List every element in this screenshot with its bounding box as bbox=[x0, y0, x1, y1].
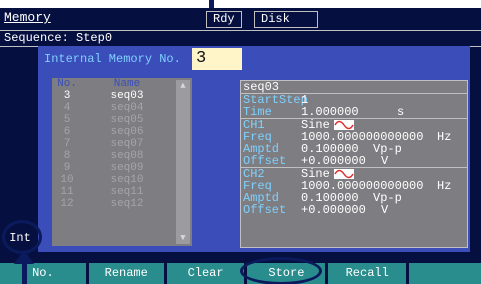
detail-name-line: seq03 bbox=[241, 81, 467, 93]
softkey-recall[interactable]: Recall bbox=[328, 263, 407, 284]
column-name: Name bbox=[113, 78, 141, 90]
row-name: seq09 bbox=[110, 162, 144, 174]
row-no: 12 bbox=[60, 198, 74, 210]
row-no: 8 bbox=[63, 150, 71, 162]
softkey-no[interactable]: No. bbox=[0, 263, 86, 284]
list-item[interactable]: 9 seq09 bbox=[52, 162, 192, 174]
list-scrollbar[interactable]: ▲ ▼ bbox=[176, 80, 190, 244]
status-disk: Disk bbox=[254, 11, 318, 28]
sequence-detail-panel: seq03 StartStep 1 Time 1.000000 s CH1 Sine F… bbox=[240, 80, 468, 248]
row-no: 3 bbox=[63, 90, 71, 102]
time-line: Time 1.000000 s bbox=[241, 106, 467, 118]
offset-unit: V bbox=[381, 154, 389, 168]
sequence-line: Sequence: Step0 bbox=[0, 30, 481, 47]
store-highlight-circle bbox=[240, 257, 322, 284]
bottom-annotation-arrow bbox=[22, 262, 27, 284]
list-item[interactable]: 7 seq07 bbox=[52, 138, 192, 150]
row-name: seq03 bbox=[110, 90, 144, 102]
list-item[interactable]: 11 seq11 bbox=[52, 186, 192, 198]
detail-name: seq03 bbox=[243, 80, 280, 94]
time-value: 1.000000 bbox=[301, 105, 359, 119]
memory-number-label: Internal Memory No. bbox=[44, 52, 181, 66]
freq-unit: Hz bbox=[437, 130, 452, 144]
memory-number-input[interactable]: 3 bbox=[192, 48, 242, 70]
time-key: Time bbox=[243, 105, 272, 119]
offset-key: Offset bbox=[243, 154, 287, 168]
bottom-annotation-arrowhead bbox=[14, 250, 34, 264]
status-rdy: Rdy bbox=[206, 11, 242, 28]
list-item[interactable]: 6 seq06 bbox=[52, 126, 192, 138]
softkey-empty[interactable] bbox=[409, 263, 481, 284]
row-no: 4 bbox=[63, 102, 71, 114]
row-name: seq05 bbox=[110, 114, 144, 126]
softkey-rename[interactable]: Rename bbox=[88, 263, 164, 284]
row-name: seq07 bbox=[110, 138, 144, 150]
offset-key: Offset bbox=[243, 203, 287, 217]
row-no: 6 bbox=[63, 126, 71, 138]
row-name: seq12 bbox=[110, 198, 144, 210]
softkey-clear[interactable]: Clear bbox=[166, 263, 245, 284]
sine-wave-icon bbox=[333, 119, 354, 130]
offset-unit: V bbox=[381, 203, 389, 217]
list-item[interactable]: 5 seq05 bbox=[52, 114, 192, 126]
int-highlight-circle bbox=[2, 220, 42, 254]
row-no: 5 bbox=[63, 114, 71, 126]
time-unit: s bbox=[397, 105, 405, 119]
column-no: No. bbox=[57, 78, 77, 90]
list-item[interactable]: 4 seq04 bbox=[52, 102, 192, 114]
row-no: 10 bbox=[60, 174, 74, 186]
row-name: seq04 bbox=[110, 102, 144, 114]
offset-value: +0.000000 bbox=[301, 154, 366, 168]
list-item[interactable]: 10 seq10 bbox=[52, 174, 192, 186]
ch1-offset-line: Offset +0.000000 V bbox=[241, 155, 467, 167]
memory-list[interactable]: No. Name 3 seq03 4 seq04 5 seq05 6 seq06 7 se… bbox=[52, 78, 192, 246]
row-name: seq06 bbox=[110, 126, 144, 138]
freq-unit: Hz bbox=[437, 179, 452, 193]
list-item[interactable]: 12 seq12 bbox=[52, 198, 192, 210]
scroll-up-icon[interactable]: ▲ bbox=[176, 81, 190, 91]
ch2-offset-line: Offset +0.000000 V bbox=[241, 204, 467, 216]
list-item[interactable]: 3 seq03 bbox=[52, 90, 192, 102]
menu-title: Memory bbox=[4, 10, 51, 25]
row-name: seq11 bbox=[110, 186, 144, 198]
row-no: 11 bbox=[60, 186, 74, 198]
row-name: seq08 bbox=[110, 150, 144, 162]
row-name: seq10 bbox=[110, 174, 144, 186]
row-no: 7 bbox=[63, 138, 71, 150]
memory-list-header: No. Name bbox=[52, 78, 192, 90]
sine-wave-icon bbox=[333, 168, 354, 179]
row-no: 9 bbox=[63, 162, 71, 174]
offset-value: +0.000000 bbox=[301, 203, 366, 217]
list-item[interactable]: 8 seq08 bbox=[52, 150, 192, 162]
scroll-down-icon[interactable]: ▼ bbox=[176, 233, 190, 243]
